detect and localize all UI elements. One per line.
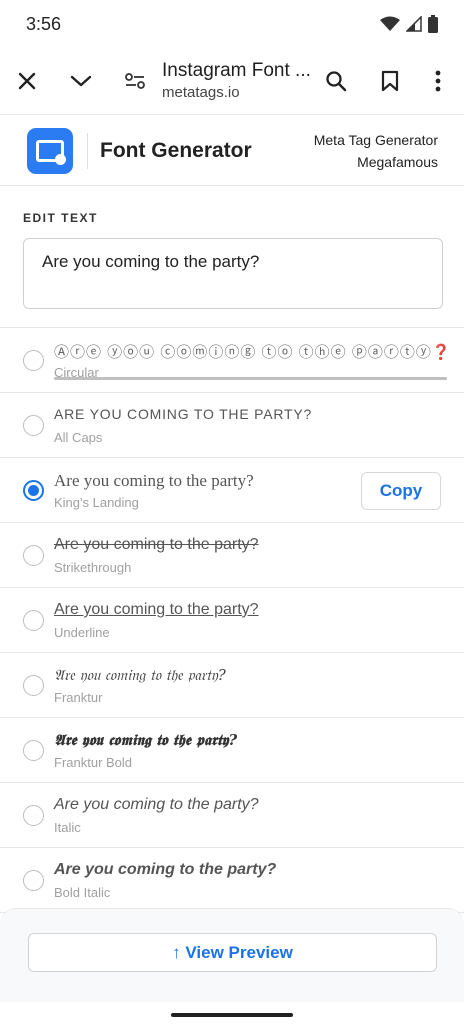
edit-text-label: EDIT TEXT <box>23 211 98 225</box>
horizontal-scrollbar[interactable] <box>54 377 447 380</box>
browser-toolbar: Instagram Font ... metatags.io <box>0 48 464 114</box>
wifi-icon <box>380 16 400 31</box>
page-info-icon[interactable] <box>120 66 150 96</box>
edit-text-input[interactable]: Are you coming to the party? <box>23 238 443 309</box>
close-icon[interactable] <box>12 66 42 96</box>
font-row-italic[interactable]: Are you coming to the party? Italic <box>0 783 464 848</box>
radio-button[interactable] <box>23 610 44 631</box>
font-row-bold-italic[interactable]: Are you coming to the party? Bold Italic <box>0 848 464 913</box>
chevron-down-icon[interactable] <box>66 66 96 96</box>
divider <box>87 133 88 169</box>
search-icon[interactable] <box>321 66 351 96</box>
font-name: King's Landing <box>54 495 139 510</box>
font-list: Ⓐⓡⓔ ⓨⓞⓤ ⓒⓞⓜⓘⓝⓖ ⓣⓞ ⓣⓗⓔ ⓟⓐⓡⓣⓨ❓ Circular AR… <box>0 327 464 913</box>
address-bar[interactable]: Instagram Font ... metatags.io <box>162 60 312 101</box>
font-row-strikethrough[interactable]: Are you coming to the party? Strikethrou… <box>0 523 464 588</box>
font-sample: Are you coming to the party? <box>54 471 254 490</box>
radio-button[interactable] <box>23 805 44 826</box>
bookmark-icon[interactable] <box>375 66 405 96</box>
font-sample: Are you coming to the party? <box>54 796 259 813</box>
site-header: Font Generator Meta Tag Generator Megafa… <box>0 114 464 186</box>
radio-button-selected[interactable] <box>23 480 44 501</box>
radio-button[interactable] <box>23 350 44 371</box>
meta-tag-generator-link[interactable]: Meta Tag Generator <box>314 129 438 151</box>
font-sample: ARE YOU COMING TO THE PARTY? <box>54 406 313 422</box>
font-name: All Caps <box>54 430 103 445</box>
page-title: Instagram Font ... <box>162 60 311 81</box>
view-preview-button[interactable]: ↑ View Preview <box>28 933 437 972</box>
copy-button[interactable]: Copy <box>361 472 441 510</box>
font-sample: Are you coming to the party? <box>54 536 259 553</box>
header-links: Meta Tag Generator Megafamous <box>314 129 438 173</box>
font-row-all-caps[interactable]: ARE YOU COMING TO THE PARTY? All Caps <box>0 393 464 458</box>
status-time: 3:56 <box>26 13 62 34</box>
font-sample: 𝕬𝖗𝖊 𝖞𝖔𝖚 𝖈𝖔𝖒𝖎𝖓𝖌 𝖙𝖔 𝖙𝖍𝖊 𝖕𝖆𝖗𝖙𝖞? <box>54 731 238 749</box>
preview-panel: ↑ View Preview <box>0 908 464 1002</box>
font-row-underline[interactable]: Are you coming to the party? Underline <box>0 588 464 653</box>
font-name: Strikethrough <box>54 560 132 575</box>
font-row-franktur[interactable]: 𝔄𝔯𝔢 𝔶𝔬𝔲 𝔠𝔬𝔪𝔦𝔫𝔤 𝔱𝔬 𝔱𝔥𝔢 𝔭𝔞𝔯𝔱𝔶? Franktur <box>0 653 464 718</box>
battery-icon <box>428 15 438 33</box>
brand-name[interactable]: Font Generator <box>100 139 252 163</box>
url-domain: metatags.io <box>162 84 240 101</box>
gesture-nav-handle[interactable] <box>171 1013 293 1017</box>
status-icons <box>380 15 438 33</box>
radio-button[interactable] <box>23 675 44 696</box>
cell-signal-icon <box>406 16 422 32</box>
radio-button[interactable] <box>23 415 44 436</box>
font-sample: Are you coming to the party? <box>54 861 277 878</box>
font-name: Underline <box>54 625 110 640</box>
status-bar: 3:56 <box>0 0 464 48</box>
font-sample: Are you coming to the party? <box>54 601 259 618</box>
font-name: Bold Italic <box>54 885 111 900</box>
font-row-circular[interactable]: Ⓐⓡⓔ ⓨⓞⓤ ⓒⓞⓜⓘⓝⓖ ⓣⓞ ⓣⓗⓔ ⓟⓐⓡⓣⓨ❓ Circular <box>0 328 464 393</box>
font-row-franktur-bold[interactable]: 𝕬𝖗𝖊 𝖞𝖔𝖚 𝖈𝖔𝖒𝖎𝖓𝖌 𝖙𝖔 𝖙𝖍𝖊 𝖕𝖆𝖗𝖙𝖞? Franktur Bo… <box>0 718 464 783</box>
font-sample: 𝔄𝔯𝔢 𝔶𝔬𝔲 𝔠𝔬𝔪𝔦𝔫𝔤 𝔱𝔬 𝔱𝔥𝔢 𝔭𝔞𝔯𝔱𝔶? <box>54 666 226 684</box>
font-sample: Ⓐⓡⓔ ⓨⓞⓤ ⓒⓞⓜⓘⓝⓖ ⓣⓞ ⓣⓗⓔ ⓟⓐⓡⓣⓨ❓ <box>54 344 452 361</box>
radio-button[interactable] <box>23 870 44 891</box>
radio-button[interactable] <box>23 740 44 761</box>
font-name: Franktur Bold <box>54 755 133 770</box>
radio-button[interactable] <box>23 545 44 566</box>
more-options-icon[interactable] <box>423 66 453 96</box>
font-name: Franktur <box>54 690 103 705</box>
font-row-kings-landing[interactable]: Are you coming to the party? King's Land… <box>0 458 464 523</box>
megafamous-link[interactable]: Megafamous <box>314 151 438 173</box>
font-name: Italic <box>54 820 81 835</box>
logo-icon[interactable] <box>27 128 73 174</box>
